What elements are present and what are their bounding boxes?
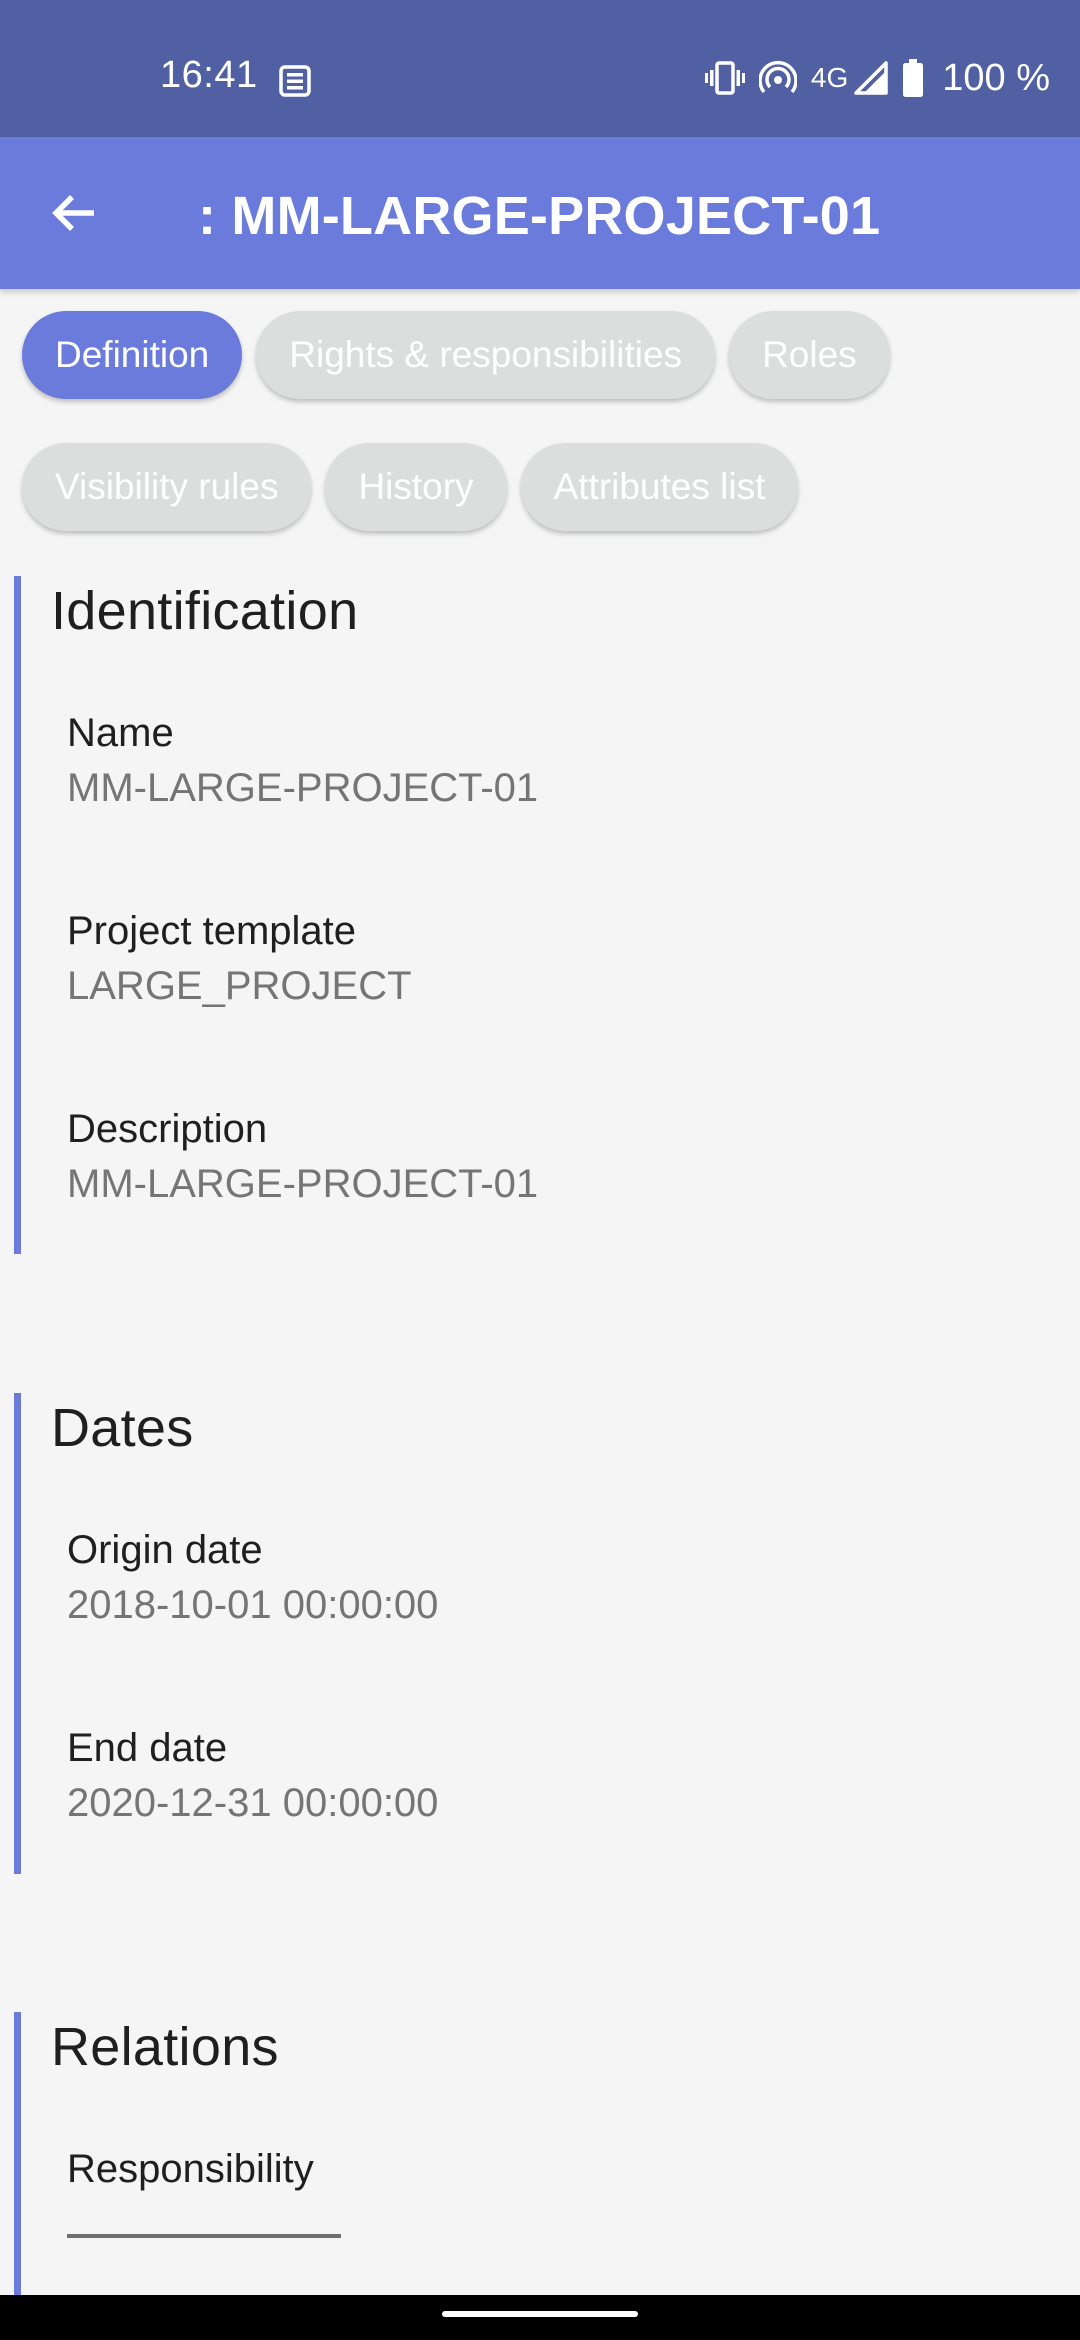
- tab-attributes-list[interactable]: Attributes list: [520, 443, 799, 531]
- chip-label: Roles: [762, 334, 857, 375]
- project-template-label: Project template: [67, 909, 357, 953]
- app-bar: : MM-LARGE-PROJECT-01: [0, 137, 1080, 289]
- chip-label: History: [358, 466, 474, 507]
- chip-label: Definition: [55, 334, 210, 375]
- chip-row: Visibility rules History Attributes list: [22, 443, 1062, 531]
- origin-date-label: Origin date: [67, 1528, 263, 1572]
- tab-chips: Definition Rights & responsibilities Rol…: [22, 311, 1062, 575]
- responsibility-tab[interactable]: Responsibility: [67, 2149, 314, 2189]
- identification-section: Identification Name MM-LARGE-PROJECT-01 …: [14, 576, 1071, 1254]
- chip-label: Rights & responsibilities: [289, 334, 683, 375]
- battery-level: 100 %: [942, 57, 1050, 99]
- hotspot-icon: [758, 61, 797, 94]
- relations-section: Relations Responsibility: [14, 2012, 1071, 2295]
- section-title: Identification: [51, 581, 359, 641]
- chip-label: Visibility rules: [55, 466, 279, 507]
- chip-label: Attributes list: [553, 466, 766, 507]
- navigation-bar: [0, 2295, 1080, 2340]
- dates-section: Dates Origin date 2018-10-01 00:00:00 En…: [14, 1393, 1071, 1874]
- origin-date-value: 2018-10-01 00:00:00: [67, 1583, 439, 1627]
- section-title: Dates: [51, 1398, 194, 1458]
- arrow-left-icon: [52, 195, 94, 231]
- project-template-value: LARGE_PROJECT: [67, 964, 412, 1008]
- responsibility-tab-indicator: [67, 2234, 341, 2238]
- tab-visibility-rules[interactable]: Visibility rules: [22, 443, 312, 531]
- home-gesture-handle[interactable]: [442, 2311, 638, 2317]
- signal-icon: [854, 61, 888, 95]
- back-button[interactable]: [36, 175, 112, 251]
- description-value: MM-LARGE-PROJECT-01: [67, 1162, 539, 1206]
- vibrate-icon: [704, 61, 745, 95]
- battery-icon: [903, 59, 924, 97]
- status-icons: 4G 100 %: [704, 57, 1050, 99]
- end-date-value: 2020-12-31 00:00:00: [67, 1781, 439, 1825]
- status-time: 16:41: [160, 54, 258, 96]
- tab-history[interactable]: History: [325, 443, 507, 531]
- network-type: 4G: [810, 62, 849, 93]
- chip-row: Definition Rights & responsibilities Rol…: [22, 311, 1062, 399]
- news-icon: [279, 65, 311, 97]
- description-label: Description: [67, 1107, 268, 1151]
- page-title: : MM-LARGE-PROJECT-01: [198, 186, 881, 246]
- tab-roles[interactable]: Roles: [729, 311, 890, 399]
- section-title: Relations: [51, 2017, 279, 2077]
- name-value: MM-LARGE-PROJECT-01: [67, 766, 539, 810]
- tab-definition[interactable]: Definition: [22, 311, 243, 399]
- status-bar: 16:41 4G 100 %: [0, 0, 1080, 137]
- name-label: Name: [67, 711, 174, 755]
- tab-rights-responsibilities[interactable]: Rights & responsibilities: [256, 311, 716, 399]
- end-date-label: End date: [67, 1726, 228, 1770]
